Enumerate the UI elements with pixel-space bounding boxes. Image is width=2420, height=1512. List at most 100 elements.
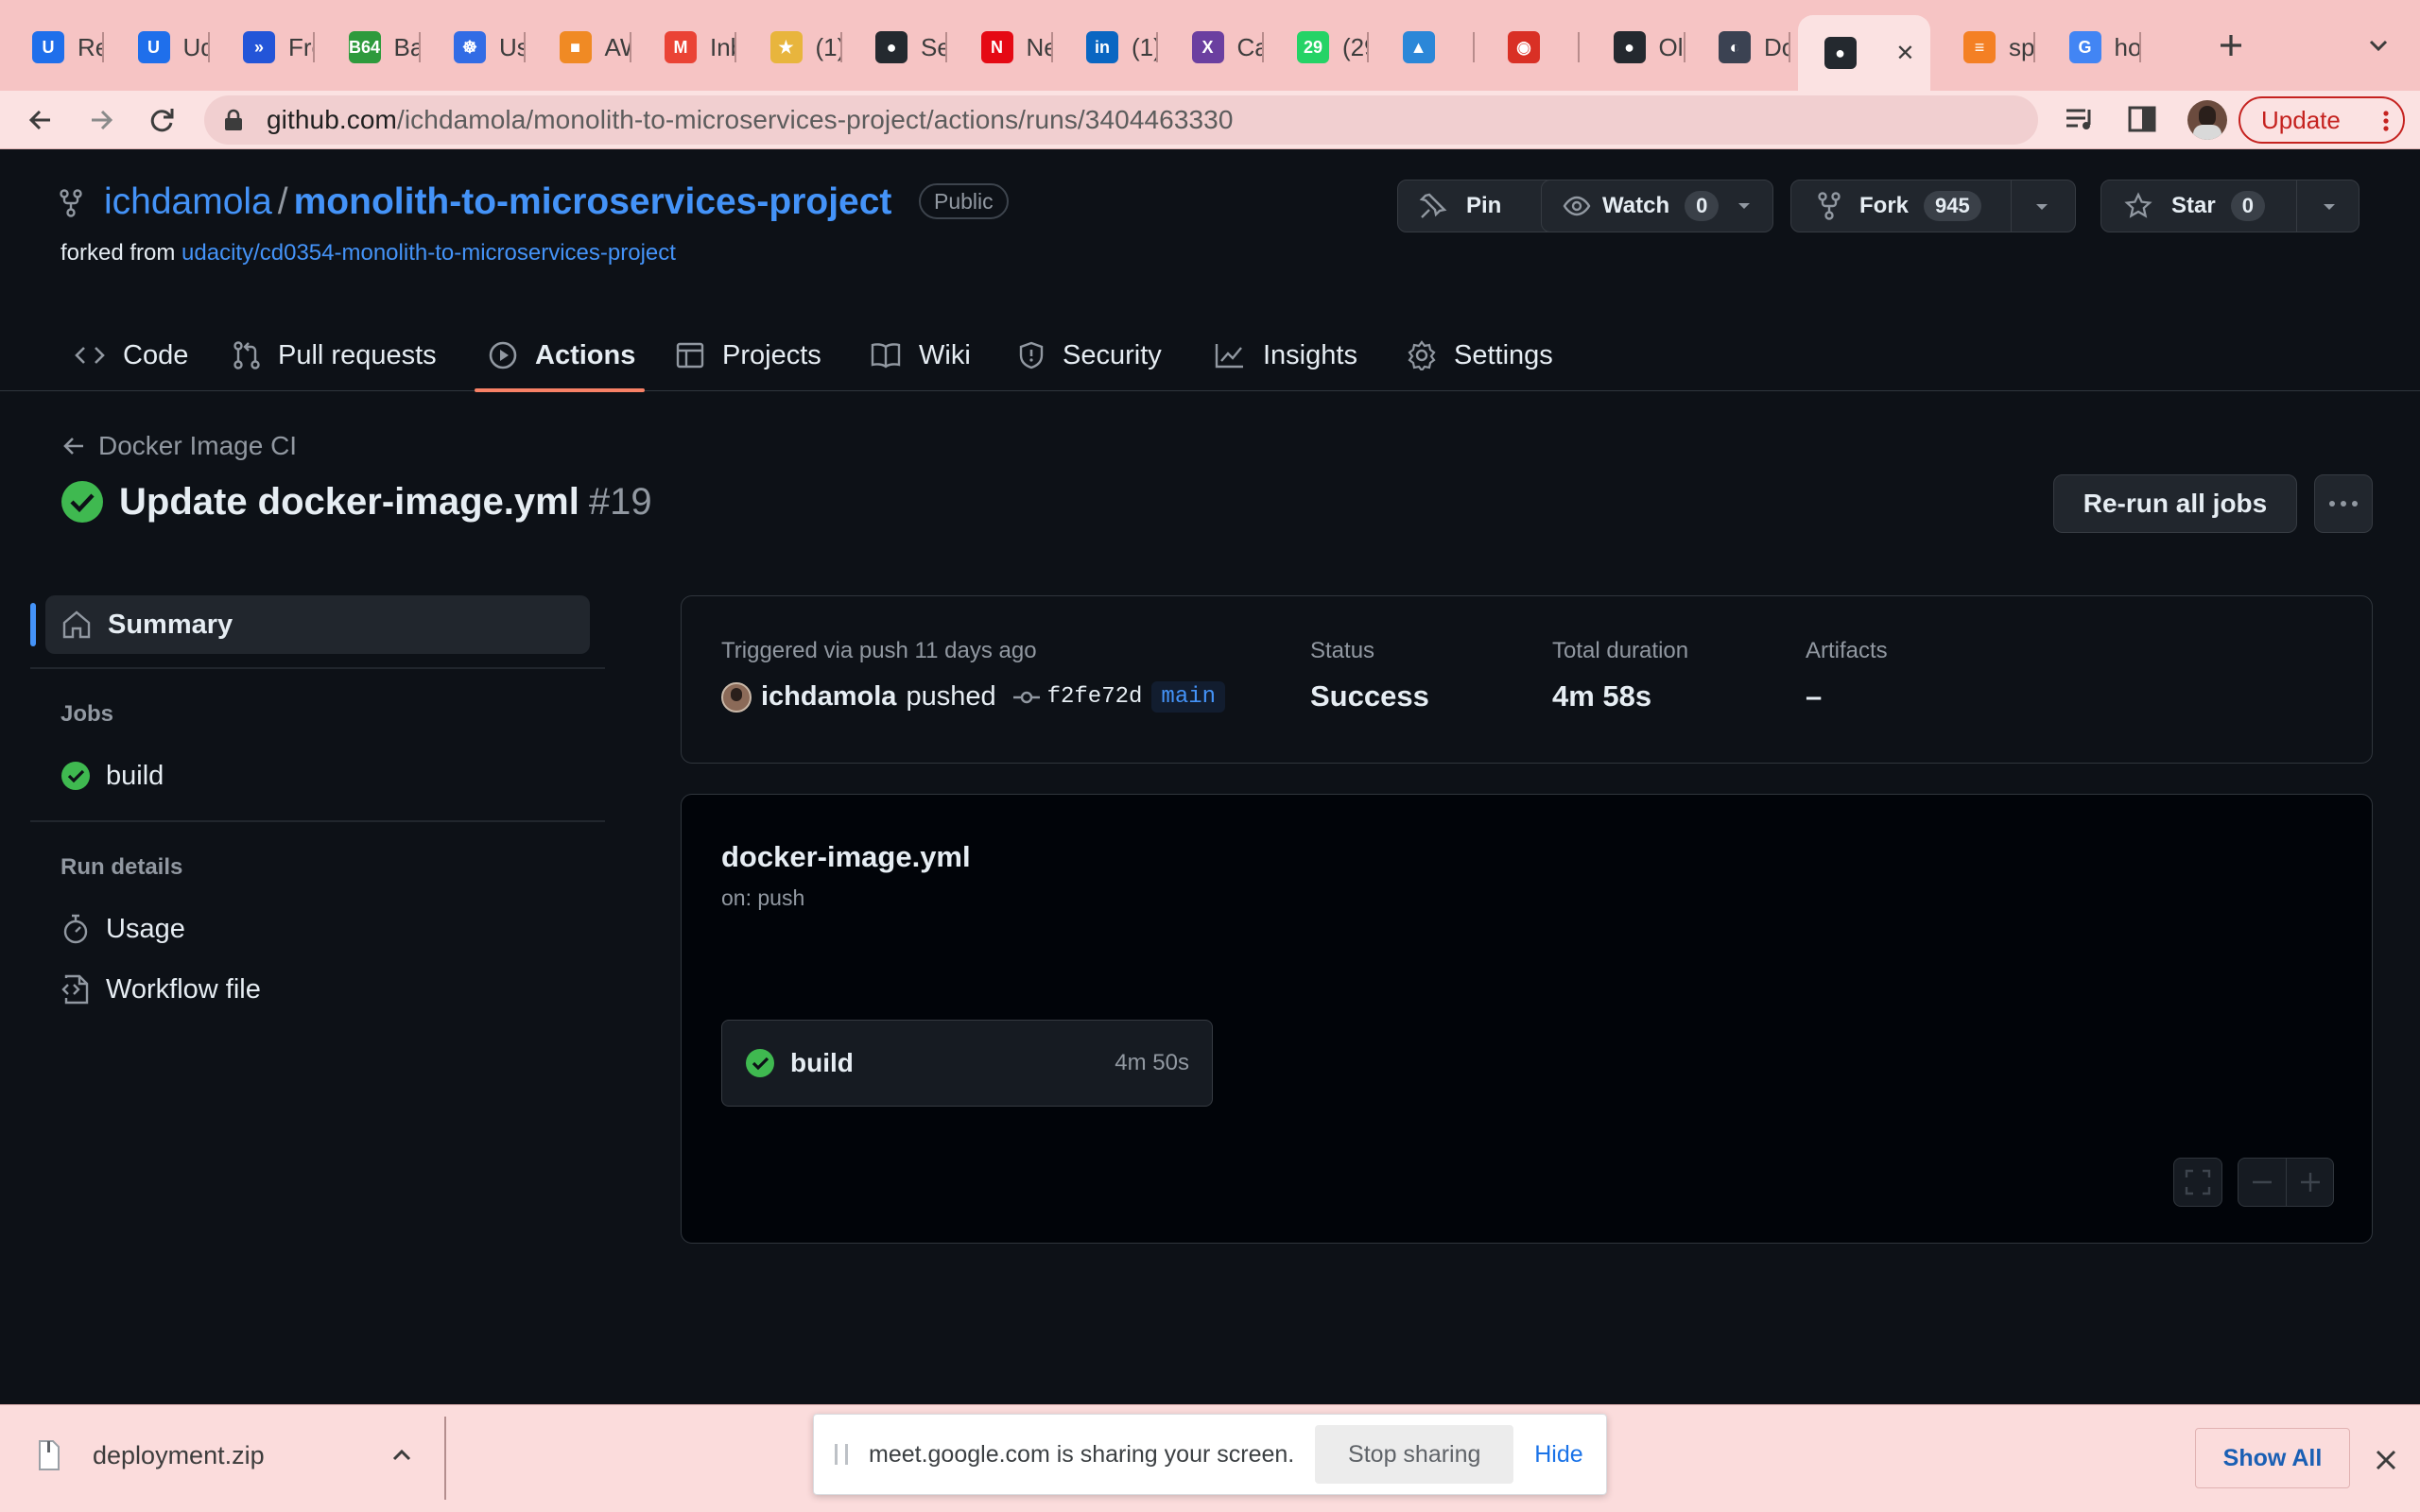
- fork-button[interactable]: Fork 945: [1790, 180, 2076, 232]
- browser-tab[interactable]: ● Sett: [849, 17, 947, 77]
- branch-badge[interactable]: main: [1151, 681, 1226, 713]
- browser-tab[interactable]: X Car: [1166, 17, 1264, 77]
- browser-tab[interactable]: in (1) I: [1060, 17, 1158, 77]
- close-download-shelf-button[interactable]: [2369, 1443, 2403, 1477]
- rerun-all-jobs-button[interactable]: Re-run all jobs: [2053, 474, 2297, 533]
- forward-button[interactable]: [79, 98, 123, 142]
- browser-tab[interactable]: ■ AWS: [533, 17, 631, 77]
- chevron-up-icon[interactable]: [389, 1443, 414, 1468]
- repo-name-link[interactable]: monolith-to-microservices-project: [294, 181, 892, 222]
- update-label: Update: [2261, 105, 2341, 134]
- drag-handle-icon[interactable]: [835, 1444, 848, 1465]
- tab-search-button[interactable]: [2360, 26, 2397, 64]
- browser-tab[interactable]: Ghow: [2043, 17, 2141, 77]
- run-title-row: Update docker-image.yml #19: [60, 480, 652, 524]
- tab-actions[interactable]: Actions: [488, 331, 635, 380]
- browser-tab[interactable]: ● Olu: [1587, 17, 1685, 77]
- new-tab-button[interactable]: [2210, 25, 2252, 66]
- browser-tab[interactable]: 29 (29: [1270, 17, 1369, 77]
- back-to-workflow-link[interactable]: Docker Image CI: [60, 431, 297, 461]
- url-path: /ichdamola/monolith-to-microservices-pro…: [396, 105, 1234, 134]
- zoom-in-button[interactable]: [2287, 1159, 2334, 1206]
- forked-from-line: forked from udacity/cd0354-monolith-to-m…: [60, 240, 676, 266]
- tab-title: Fron: [288, 32, 315, 61]
- actor-name[interactable]: ichdamola: [761, 681, 896, 713]
- browser-tab[interactable]: ◉: [1481, 17, 1580, 77]
- browser-tab[interactable]: ▲: [1376, 17, 1475, 77]
- tab-favicon-icon: ●: [875, 31, 908, 63]
- sidebar-item-workflow-file[interactable]: Workflow file: [45, 960, 590, 1019]
- chrome-update-button[interactable]: Update: [2238, 96, 2405, 144]
- sidebar-item-usage[interactable]: Usage: [45, 900, 590, 958]
- show-all-downloads-button[interactable]: Show All: [2195, 1428, 2350, 1488]
- star-button[interactable]: Star 0: [2100, 180, 2360, 232]
- tab-wiki[interactable]: Wiki: [870, 331, 971, 380]
- tab-title: (1) I: [815, 32, 842, 61]
- tab-favicon-icon: N: [980, 31, 1013, 63]
- caret-down-icon[interactable]: [2033, 198, 2050, 215]
- star-icon: [2124, 192, 2152, 218]
- tab-settings[interactable]: Settings: [1407, 331, 1553, 380]
- check-circle-fill-icon: [61, 762, 90, 790]
- tab-title: spri: [2009, 32, 2035, 61]
- browser-tab[interactable]: ◐ Doc: [1692, 17, 1790, 77]
- tab-title: Doc: [1764, 32, 1790, 61]
- address-bar[interactable]: github.com/ichdamola/monolith-to-microse…: [204, 95, 2038, 145]
- browser-tab[interactable]: B64 Bas: [322, 17, 421, 77]
- repo-owner-link[interactable]: ichdamola: [104, 181, 272, 222]
- fullscreen-button[interactable]: [2173, 1158, 2222, 1207]
- browser-tab[interactable]: ☸ Use: [427, 17, 526, 77]
- job-node-name: build: [790, 1048, 854, 1077]
- tab-pull-requests[interactable]: Pull requests: [233, 331, 437, 380]
- media-controls-button[interactable]: [2063, 102, 2100, 140]
- job-node-build[interactable]: build 4m 50s: [721, 1020, 1213, 1107]
- browser-tab[interactable]: ★ (1) I: [744, 17, 842, 77]
- graph-icon: [1215, 344, 1243, 369]
- triggered-text: Triggered via push 11 days ago: [721, 638, 1037, 663]
- run-more-options-button[interactable]: [2314, 474, 2373, 533]
- tab-title: AWS: [604, 32, 631, 61]
- profile-avatar[interactable]: [2187, 100, 2227, 140]
- arrow-right-icon: [92, 110, 113, 130]
- sidebar-item-job-build[interactable]: build: [45, 747, 590, 805]
- reload-button[interactable]: [140, 98, 183, 142]
- browser-tab[interactable]: ≡ spri: [1937, 17, 2035, 77]
- duration-label: Total duration: [1552, 638, 1689, 663]
- actor-avatar[interactable]: [721, 681, 752, 713]
- tab-favicon-icon: G: [2068, 31, 2101, 63]
- tab-title: (29: [1342, 32, 1369, 61]
- download-item[interactable]: deployment.zip: [0, 1415, 444, 1496]
- caret-down-icon[interactable]: [2321, 198, 2338, 215]
- stop-sharing-button[interactable]: Stop sharing: [1315, 1425, 1514, 1484]
- tab-title: Net: [1026, 32, 1053, 61]
- sidebar-usage-label: Usage: [106, 913, 185, 944]
- browser-tab[interactable]: » Fron: [216, 17, 315, 77]
- playlist-icon: [2066, 109, 2091, 129]
- tab-close-icon[interactable]: ✕: [1895, 40, 1914, 67]
- watch-button[interactable]: Watch 0: [1541, 180, 1773, 232]
- code-icon: [75, 347, 105, 364]
- forked-from-link[interactable]: udacity/cd0354-monolith-to-microservices…: [182, 240, 676, 266]
- tab-favicon-icon: »: [243, 31, 275, 63]
- browser-tab[interactable]: U Uda: [112, 17, 210, 77]
- job-node-duration: 4m 50s: [1115, 1050, 1189, 1075]
- browser-tab[interactable]: U Refa: [6, 17, 104, 77]
- zoom-out-button[interactable]: [2238, 1159, 2286, 1206]
- browser-tab[interactable]: M Inbo: [638, 17, 736, 77]
- arrow-left-icon: [63, 438, 83, 455]
- tab-code[interactable]: Code: [74, 331, 188, 380]
- tab-favicon-icon: B64: [348, 31, 381, 63]
- tab-projects[interactable]: Projects: [675, 331, 821, 380]
- jobs-heading: Jobs: [60, 701, 114, 727]
- browser-tab[interactable]: ● ✕: [1797, 15, 1930, 91]
- browser-tab[interactable]: N Net: [955, 17, 1053, 77]
- back-button[interactable]: [19, 98, 62, 142]
- sidebar-item-summary[interactable]: Summary: [45, 595, 590, 654]
- sidebar-workflow-file-label: Workflow file: [106, 973, 261, 1005]
- hide-share-bar-button[interactable]: Hide: [1534, 1441, 1582, 1469]
- tab-favicon-icon: 29: [1297, 31, 1329, 63]
- side-panel-button[interactable]: [2125, 102, 2163, 140]
- tab-insights[interactable]: Insights: [1214, 331, 1357, 380]
- tab-security[interactable]: Security: [1017, 331, 1162, 380]
- commit-sha[interactable]: f2fe72d: [1047, 684, 1143, 710]
